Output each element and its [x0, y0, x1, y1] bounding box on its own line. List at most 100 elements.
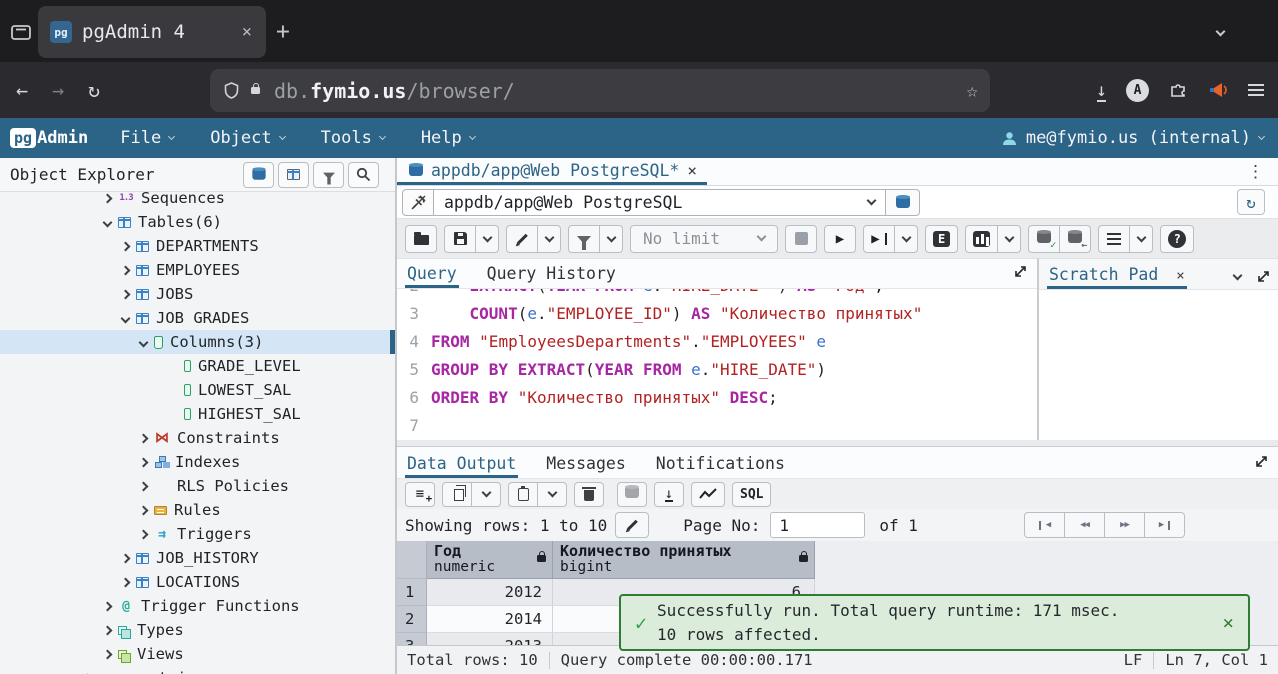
scratch-pad-content[interactable]: [1039, 289, 1278, 440]
collapse-chevron-icon[interactable]: [139, 337, 149, 347]
menu-tools[interactable]: Tools: [321, 128, 385, 148]
grid-cell[interactable]: 2013: [427, 633, 553, 645]
explain-options-button[interactable]: [997, 225, 1021, 253]
connection-status-button[interactable]: [402, 189, 434, 216]
collapse-chevron-icon[interactable]: [103, 217, 113, 227]
copy-options-button[interactable]: [471, 482, 501, 507]
tree-item-triggers[interactable]: ⇉Triggers: [0, 522, 395, 546]
tree-item-locations[interactable]: LOCATIONS: [0, 570, 395, 594]
grid-cell[interactable]: 2012: [427, 579, 553, 606]
grid-row-number[interactable]: 3: [397, 633, 427, 645]
view-data-button[interactable]: [278, 162, 309, 188]
stop-button[interactable]: [785, 225, 817, 253]
last-page-button[interactable]: ▶: [1144, 512, 1185, 538]
expand-chevron-icon[interactable]: [121, 577, 131, 587]
save-file-button[interactable]: [444, 225, 476, 253]
tree-item-views[interactable]: Views: [0, 642, 395, 666]
back-button[interactable]: ←: [8, 78, 36, 102]
delete-row-button[interactable]: [574, 482, 604, 507]
account-icon[interactable]: A: [1126, 79, 1149, 102]
prev-page-button[interactable]: ◀◀: [1064, 512, 1105, 538]
url-bar[interactable]: db.fymio.us/browser/ ☆: [210, 69, 990, 112]
megaphone-icon[interactable]: [1207, 80, 1229, 100]
bookmark-star-icon[interactable]: ☆: [967, 80, 978, 102]
grid-column-header[interactable]: Количество принятыхbigint: [553, 541, 815, 579]
user-menu[interactable]: me@fymio.us (internal): [1001, 128, 1264, 148]
tree-item-rules[interactable]: Rules: [0, 498, 395, 522]
tree-item-jobs[interactable]: JOBS: [0, 282, 395, 306]
menu-file[interactable]: File: [120, 128, 174, 148]
commit-button[interactable]: ✓: [1028, 225, 1060, 253]
tab-close-icon[interactable]: ×: [240, 22, 254, 42]
help-button[interactable]: ?: [1160, 225, 1194, 253]
expand-chevron-icon[interactable]: [103, 193, 113, 203]
expand-chevron-icon[interactable]: [121, 553, 131, 563]
paste-button[interactable]: [508, 482, 538, 507]
close-icon[interactable]: ×: [1176, 268, 1184, 284]
tab-notifications[interactable]: Notifications: [654, 451, 787, 478]
tree-item-sequences[interactable]: 1.3Sequences: [0, 186, 395, 210]
next-page-button[interactable]: ▶▶: [1104, 512, 1145, 538]
tree-item-departments[interactable]: DEPARTMENTS: [0, 234, 395, 258]
save-data-button[interactable]: [617, 482, 647, 507]
expand-scratch-icon[interactable]: [1257, 270, 1270, 283]
explain-analyze-button[interactable]: [965, 225, 998, 253]
grid-row-number[interactable]: 2: [397, 606, 427, 633]
connection-select[interactable]: appdb/app@Web PostgreSQL: [434, 189, 886, 216]
tree-item-indexes[interactable]: Indexes: [0, 450, 395, 474]
close-icon[interactable]: ×: [687, 161, 697, 180]
expand-chevron-icon[interactable]: [139, 481, 149, 491]
sql-button[interactable]: SQL: [732, 482, 771, 507]
reset-layout-button[interactable]: ↻: [1237, 189, 1265, 215]
expand-chevron-icon[interactable]: [121, 289, 131, 299]
explain-button[interactable]: E: [925, 225, 958, 253]
expand-output-icon[interactable]: [1255, 455, 1268, 468]
new-connection-button[interactable]: [886, 189, 920, 216]
save-options-button[interactable]: [475, 225, 499, 253]
tab-data-output[interactable]: Data Output: [405, 451, 518, 478]
extensions-puzzle-icon[interactable]: [1168, 80, 1188, 100]
expand-chevron-icon[interactable]: [103, 649, 113, 659]
query-tool-button[interactable]: [243, 162, 274, 188]
first-page-button[interactable]: ◀: [1024, 512, 1065, 538]
paste-options-button[interactable]: [537, 482, 567, 507]
tab-list-chevron-icon[interactable]: [1216, 27, 1226, 37]
grid-column-header[interactable]: Годnumeric: [427, 541, 553, 579]
expand-chevron-icon[interactable]: [121, 265, 131, 275]
execute-button[interactable]: ▶: [824, 225, 856, 253]
filtered-rows-button[interactable]: [313, 162, 344, 188]
expand-chevron-icon[interactable]: [139, 433, 149, 443]
expand-panel-icon[interactable]: [1014, 265, 1027, 278]
tree-item-countries[interactable]: ◈countries: [0, 666, 395, 674]
download-results-button[interactable]: ↓: [654, 482, 684, 507]
filter-button[interactable]: [568, 225, 600, 253]
add-row-button[interactable]: ≡+: [405, 482, 435, 507]
tab-query[interactable]: Query: [405, 261, 459, 288]
graph-visualiser-button[interactable]: [691, 482, 725, 507]
sql-editor[interactable]: 2 EXTRACT(YEAR FROM e."HIRE_DATE" ) AS "…: [397, 289, 1037, 440]
query-tool-tab[interactable]: appdb/app@Web PostgreSQL* ×: [397, 158, 707, 185]
tree-item-grade-level[interactable]: GRADE_LEVEL: [0, 354, 395, 378]
edit-options-button[interactable]: [537, 225, 561, 253]
tree-item-tables-6[interactable]: Tables(6): [0, 210, 395, 234]
tree-item-constraints[interactable]: ⋈Constraints: [0, 426, 395, 450]
expand-chevron-icon[interactable]: [103, 625, 113, 635]
expand-chevron-icon[interactable]: [139, 457, 149, 467]
menu-hamburger-icon[interactable]: [1248, 89, 1264, 91]
tab-overview-icon[interactable]: [10, 22, 32, 42]
macros-options-button[interactable]: [1129, 225, 1153, 253]
execute-options-button[interactable]: ▶: [863, 225, 895, 253]
grid-row-number[interactable]: 1: [397, 579, 427, 606]
grid-cell[interactable]: 2014: [427, 606, 553, 633]
tree-item-job-grades[interactable]: JOB GRADES: [0, 306, 395, 330]
tree-item-trigger-functions[interactable]: @Trigger Functions: [0, 594, 395, 618]
tree-item-rls-policies[interactable]: RLS Policies: [0, 474, 395, 498]
limit-select[interactable]: No limit: [630, 225, 778, 253]
reload-button[interactable]: ↻: [80, 78, 108, 102]
search-objects-button[interactable]: [348, 162, 379, 188]
expand-chevron-icon[interactable]: [139, 529, 149, 539]
collapse-chevron-icon[interactable]: [121, 313, 131, 323]
edit-range-button[interactable]: [615, 512, 649, 538]
open-file-button[interactable]: [405, 225, 437, 253]
tab-query-history[interactable]: Query History: [485, 261, 618, 288]
